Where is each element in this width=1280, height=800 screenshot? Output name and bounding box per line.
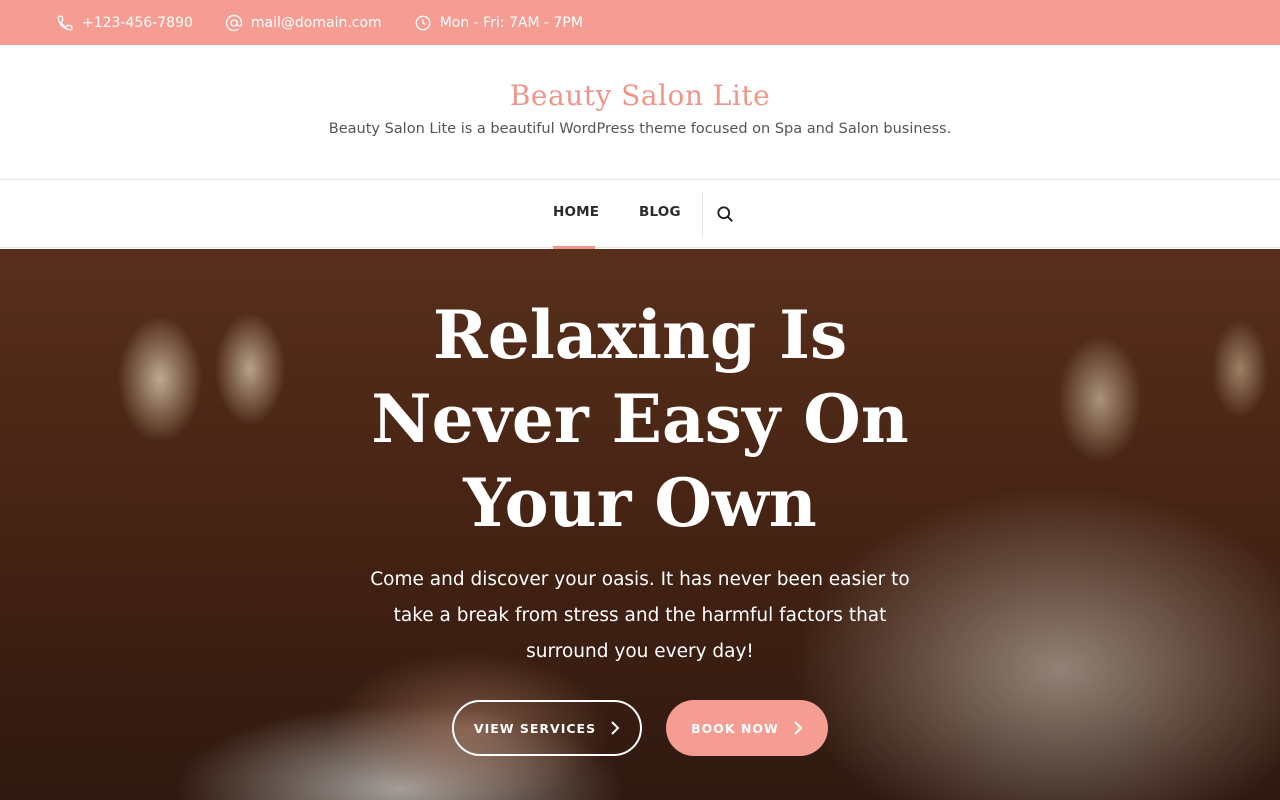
phone-icon <box>57 15 73 30</box>
at-sign-icon <box>225 14 243 31</box>
site-header: Beauty Salon Lite Beauty Salon Lite is a… <box>0 45 1280 180</box>
phone-item[interactable]: +123-456-7890 <box>56 14 193 32</box>
view-services-button[interactable]: VIEW SERVICES <box>452 700 642 756</box>
hours-item: Mon - Fri: 7AM - 7PM <box>414 14 583 32</box>
phone-text: +123-456-7890 <box>82 14 193 31</box>
view-services-label: VIEW SERVICES <box>473 720 597 736</box>
email-text: mail@domain.com <box>250 14 382 31</box>
hero-text: Come and discover your oasis. It has nev… <box>370 569 910 662</box>
book-now-button[interactable]: BOOK NOW <box>666 700 828 756</box>
hero-title: Relaxing Is Never Easy On Your Own <box>371 296 909 542</box>
top-info-bar: +123-456-7890 mail@domain.com Mon - Fri:… <box>0 0 1280 45</box>
chevron-right-icon <box>611 721 620 735</box>
hero-banner: Relaxing Is Never Easy On Your Own Come … <box>0 249 1280 800</box>
nav-item-home[interactable]: HOME <box>553 204 599 220</box>
site-title[interactable]: Beauty Salon Lite <box>0 79 1280 112</box>
site-tagline: Beauty Salon Lite is a beautiful WordPre… <box>328 121 952 137</box>
nav-divider <box>702 192 703 237</box>
book-now-label: BOOK NOW <box>691 720 779 736</box>
email-item[interactable]: mail@domain.com <box>225 14 382 32</box>
chevron-right-icon <box>794 721 803 735</box>
clock-icon <box>415 15 431 30</box>
nav-item-blog[interactable]: BLOG <box>639 204 681 220</box>
search-icon[interactable] <box>715 204 735 224</box>
main-navigation: HOME BLOG <box>0 180 1280 249</box>
hours-text: Mon - Fri: 7AM - 7PM <box>439 14 583 31</box>
